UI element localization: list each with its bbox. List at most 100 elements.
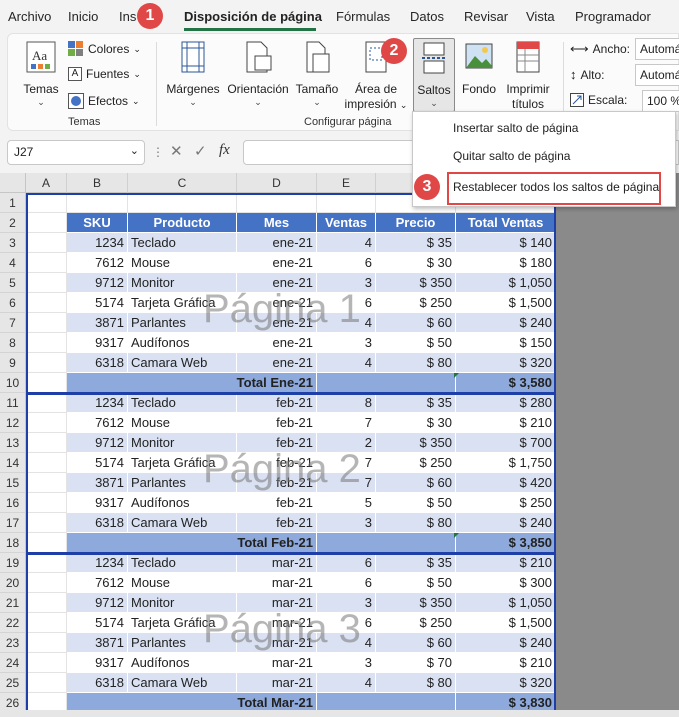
table-cell[interactable]: $ 80 xyxy=(376,513,456,533)
table-cell[interactable]: 9317 xyxy=(67,333,128,353)
menu-item-quitar-salto[interactable]: Quitar salto de página xyxy=(413,142,675,170)
row-header[interactable]: 8 xyxy=(0,333,26,353)
alto-select[interactable]: Automá xyxy=(635,64,679,86)
tab-datos[interactable]: Datos xyxy=(410,9,444,24)
table-cell[interactable]: 6318 xyxy=(67,353,128,373)
table-cell[interactable]: Monitor xyxy=(128,273,237,293)
row-header[interactable]: 5 xyxy=(0,273,26,293)
row-header[interactable]: 14 xyxy=(0,453,26,473)
table-cell[interactable]: ene-21 xyxy=(237,253,317,273)
table-cell[interactable]: 9317 xyxy=(67,493,128,513)
table-cell[interactable]: $ 240 xyxy=(456,633,556,653)
table-cell[interactable]: 3871 xyxy=(67,313,128,333)
table-cell[interactable]: Tarjeta Gráfica xyxy=(128,613,237,633)
function-icon[interactable]: fx xyxy=(219,142,230,159)
table-cell[interactable]: $ 50 xyxy=(376,573,456,593)
table-cell[interactable]: $ 60 xyxy=(376,313,456,333)
table-cell[interactable]: 3 xyxy=(317,653,376,673)
fondo-button[interactable]: Fondo xyxy=(459,40,499,97)
table-cell[interactable]: $ 35 xyxy=(376,233,456,253)
table-cell[interactable]: $ 210 xyxy=(456,653,556,673)
table-cell[interactable]: 7 xyxy=(317,453,376,473)
table-cell[interactable]: Mouse xyxy=(128,413,237,433)
table-cell[interactable]: $ 50 xyxy=(376,333,456,353)
table-cell[interactable]: 9317 xyxy=(67,653,128,673)
table-cell[interactable]: $ 35 xyxy=(376,393,456,413)
row-header[interactable]: 18 xyxy=(0,533,26,553)
table-cell[interactable]: 7612 xyxy=(67,573,128,593)
table-cell[interactable]: 8 xyxy=(317,393,376,413)
table-cell[interactable]: feb-21 xyxy=(237,433,317,453)
table-cell[interactable]: mar-21 xyxy=(237,673,317,693)
tab-vista[interactable]: Vista xyxy=(526,9,555,24)
table-cell[interactable]: Tarjeta Gráfica xyxy=(128,293,237,313)
table-cell[interactable]: 1234 xyxy=(67,233,128,253)
imprimir-titulos-button[interactable]: Imprimir títulos xyxy=(500,40,556,112)
table-cell[interactable]: Monitor xyxy=(128,593,237,613)
table-cell[interactable]: Parlantes xyxy=(128,313,237,333)
table-cell[interactable]: mar-21 xyxy=(237,593,317,613)
row-header[interactable]: 3 xyxy=(0,233,26,253)
table-cell[interactable]: ene-21 xyxy=(237,313,317,333)
table-cell[interactable]: $ 210 xyxy=(456,413,556,433)
table-cell[interactable]: 1234 xyxy=(67,553,128,573)
table-cell[interactable]: 4 xyxy=(317,673,376,693)
table-cell[interactable]: $ 180 xyxy=(456,253,556,273)
table-cell[interactable]: ene-21 xyxy=(237,233,317,253)
table-cell[interactable]: $ 1,500 xyxy=(456,293,556,313)
table-cell[interactable]: $ 250 xyxy=(376,613,456,633)
table-cell[interactable]: 2 xyxy=(317,433,376,453)
table-cell[interactable]: Audífonos xyxy=(128,333,237,353)
table-cell[interactable]: ene-21 xyxy=(237,293,317,313)
table-cell[interactable]: $ 320 xyxy=(456,353,556,373)
table-cell[interactable]: 9712 xyxy=(67,273,128,293)
table-cell[interactable]: Audífonos xyxy=(128,493,237,513)
table-cell[interactable]: $ 60 xyxy=(376,633,456,653)
enter-icon[interactable]: ✓ xyxy=(194,142,207,160)
total-value-cell[interactable]: $ 3,850 xyxy=(456,533,556,553)
table-cell[interactable]: 9712 xyxy=(67,433,128,453)
row-header[interactable]: 12 xyxy=(0,413,26,433)
table-cell[interactable]: Parlantes xyxy=(128,473,237,493)
table-cell[interactable]: $ 250 xyxy=(376,453,456,473)
table-cell[interactable]: 6 xyxy=(317,613,376,633)
table-cell[interactable]: 5174 xyxy=(67,613,128,633)
table-cell[interactable]: $ 70 xyxy=(376,653,456,673)
row-header[interactable]: 2 xyxy=(0,213,26,233)
table-cell[interactable]: ene-21 xyxy=(237,333,317,353)
table-cell[interactable]: $ 250 xyxy=(456,493,556,513)
table-cell[interactable]: Teclado xyxy=(128,553,237,573)
table-cell[interactable]: 3 xyxy=(317,273,376,293)
select-all-corner[interactable] xyxy=(0,173,26,193)
table-cell[interactable]: 3 xyxy=(317,513,376,533)
table-cell[interactable]: ene-21 xyxy=(237,353,317,373)
table-cell[interactable]: Camara Web xyxy=(128,513,237,533)
table-cell[interactable]: Mouse xyxy=(128,573,237,593)
table-cell[interactable]: Camara Web xyxy=(128,353,237,373)
table-cell[interactable]: $ 350 xyxy=(376,593,456,613)
table-cell[interactable]: Monitor xyxy=(128,433,237,453)
table-cell[interactable]: $ 1,050 xyxy=(456,273,556,293)
table-cell[interactable]: 5 xyxy=(317,493,376,513)
row-header[interactable]: 22 xyxy=(0,613,26,633)
row-header[interactable]: 20 xyxy=(0,573,26,593)
table-cell[interactable]: Audífonos xyxy=(128,653,237,673)
table-cell[interactable]: 7612 xyxy=(67,253,128,273)
table-cell[interactable]: 4 xyxy=(317,313,376,333)
ancho-select[interactable]: Automá xyxy=(635,38,679,60)
table-cell[interactable]: feb-21 xyxy=(237,393,317,413)
name-box[interactable]: J27 ⌄ xyxy=(7,140,145,165)
table-cell[interactable]: mar-21 xyxy=(237,613,317,633)
table-cell[interactable]: Tarjeta Gráfica xyxy=(128,453,237,473)
menu-item-insertar-salto[interactable]: Insertar salto de página xyxy=(413,114,675,142)
table-cell[interactable]: feb-21 xyxy=(237,473,317,493)
table-cell[interactable]: $ 280 xyxy=(456,393,556,413)
table-cell[interactable]: 4 xyxy=(317,233,376,253)
row-header[interactable]: 15 xyxy=(0,473,26,493)
table-cell[interactable]: Parlantes xyxy=(128,633,237,653)
margenes-button[interactable]: Márgenes ⌄ xyxy=(166,40,220,107)
row-header[interactable]: 9 xyxy=(0,353,26,373)
row-header[interactable]: 17 xyxy=(0,513,26,533)
table-cell[interactable]: $ 150 xyxy=(456,333,556,353)
row-header[interactable]: 21 xyxy=(0,593,26,613)
